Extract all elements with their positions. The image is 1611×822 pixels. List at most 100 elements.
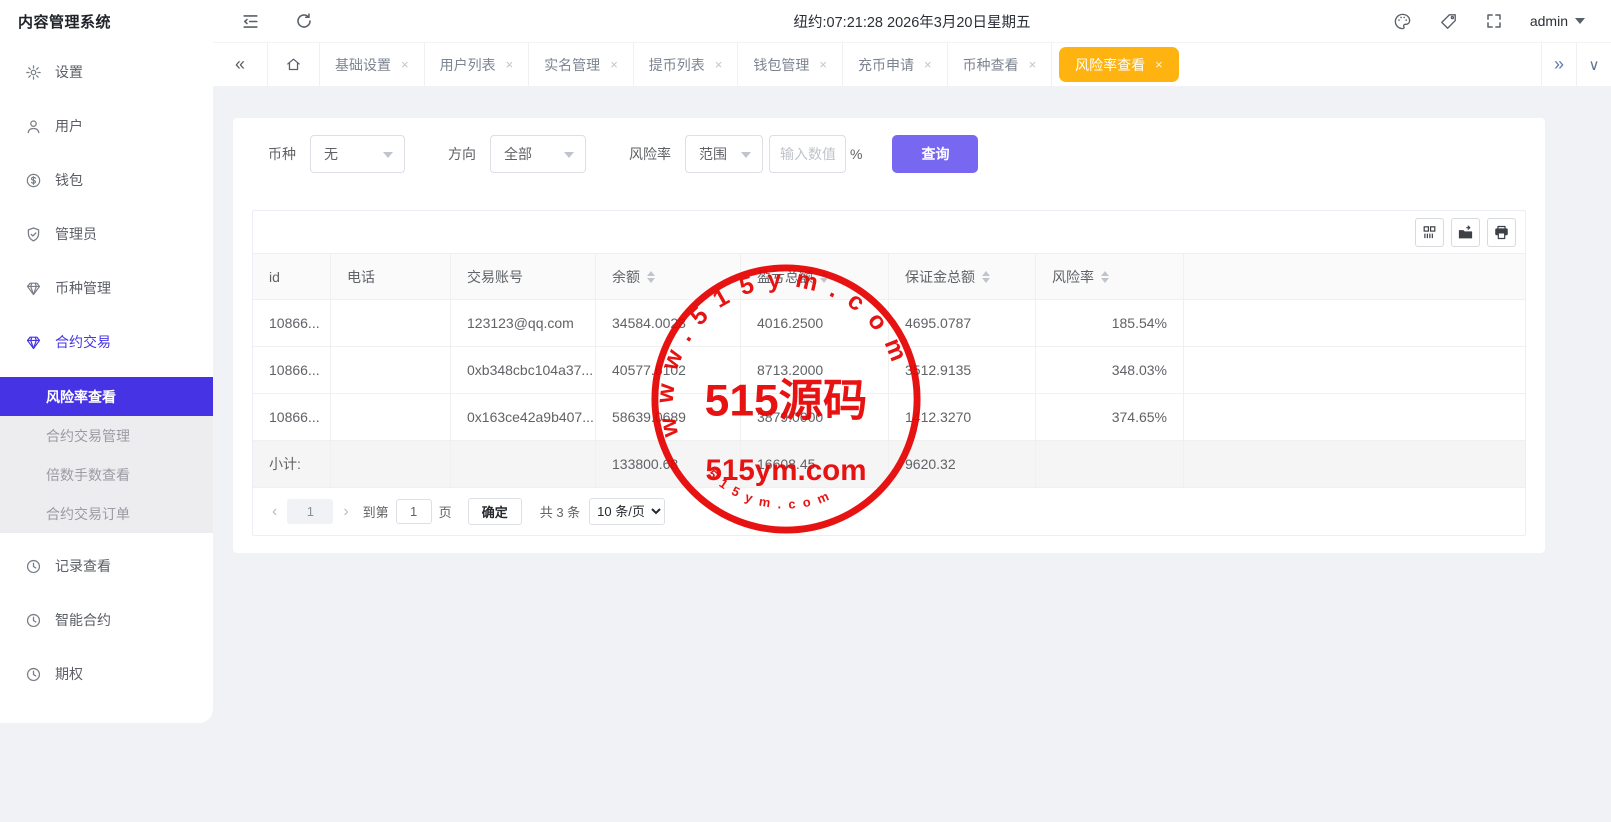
cell-account: 0xb348cbc104a37... — [451, 347, 596, 393]
percent-unit-label: % — [850, 146, 862, 162]
sort-icon[interactable] — [647, 271, 655, 283]
tabs-back-button[interactable]: « — [213, 43, 268, 86]
sidebar-item-label: 设置 — [55, 62, 83, 82]
cell-empty — [1184, 441, 1525, 487]
close-icon[interactable]: × — [506, 57, 514, 72]
prev-page-button[interactable]: ‹ — [265, 503, 284, 521]
sort-icon[interactable] — [982, 271, 990, 283]
sort-icon[interactable] — [820, 271, 828, 283]
page-size-select[interactable]: 10 条/页 — [589, 498, 665, 525]
close-icon[interactable]: × — [924, 57, 932, 72]
collapse-menu-icon — [241, 12, 260, 31]
sidebar-item-records-view[interactable]: 记录查看 — [0, 539, 213, 593]
tabs-bar: « 基础设置 × 用户列表 × 实名管理 × 提币列表 × — [213, 42, 1611, 86]
chevrons-left-icon: « — [235, 54, 245, 75]
tag-button[interactable] — [1439, 12, 1458, 31]
tab-wallet-management[interactable]: 钱包管理 × — [738, 43, 843, 86]
cell-account: 0x163ce42a9b407... — [451, 394, 596, 440]
app-title: 内容管理系统 — [0, 11, 213, 32]
chevron-down-icon: ∨ — [1589, 56, 1600, 74]
confirm-page-button[interactable]: 确定 — [468, 498, 522, 525]
submenu-item-label: 合约交易订单 — [46, 504, 130, 524]
th-account: 交易账号 — [451, 254, 596, 299]
sort-icon[interactable] — [1101, 271, 1109, 283]
sidebar-item-smart-contract[interactable]: 智能合约 — [0, 593, 213, 647]
tab-coin-view[interactable]: 币种查看 × — [948, 43, 1053, 86]
cell-phone — [331, 347, 451, 393]
sidebar: 设置 用户 钱包 管理员 — [0, 42, 213, 822]
goto-page-input[interactable] — [396, 499, 432, 524]
sidebar-item-options[interactable]: 期权 — [0, 647, 213, 701]
tab-user-list[interactable]: 用户列表 × — [425, 43, 530, 86]
close-icon[interactable]: × — [715, 57, 723, 72]
sidebar-item-admins[interactable]: 管理员 — [0, 207, 213, 261]
cell-balance: 34584.0023 — [596, 300, 741, 346]
direction-select-value: 全部 — [504, 144, 532, 164]
tab-deposit-request[interactable]: 充币申请 × — [843, 43, 948, 86]
palette-icon — [1393, 12, 1412, 31]
table-row[interactable]: 10866... 0x163ce42a9b407... 58639.0689 3… — [253, 393, 1525, 440]
close-icon[interactable]: × — [819, 57, 827, 72]
close-icon[interactable]: × — [1029, 57, 1037, 72]
sidebar-item-users[interactable]: 用户 — [0, 99, 213, 153]
goto-page-label: 到第 — [363, 502, 389, 521]
user-name: admin — [1530, 13, 1568, 29]
cell-risk: 374.65% — [1036, 394, 1184, 440]
cell-pnl: 16608.45 — [741, 441, 889, 487]
cell-risk — [1036, 441, 1184, 487]
sidebar-item-settings[interactable]: 设置 — [0, 45, 213, 99]
fullscreen-button[interactable] — [1485, 12, 1503, 30]
tabs-collapse-button[interactable]: ∨ — [1576, 43, 1611, 86]
risk-rate-table: id 电话 交易账号 余额 盈亏总额 保证金总额 风险率 — [252, 210, 1526, 536]
tag-icon — [1439, 12, 1458, 31]
tab-withdraw-list[interactable]: 提币列表 × — [634, 43, 739, 86]
currency-filter-label: 币种 — [268, 144, 296, 164]
risk-rate-filter-label: 风险率 — [629, 144, 671, 164]
sidebar-item-label: 钱包 — [55, 170, 83, 190]
next-page-button[interactable]: › — [336, 503, 355, 521]
th-balance: 余额 — [596, 254, 741, 299]
tabs-forward-button[interactable]: » — [1541, 43, 1576, 86]
tab-label: 用户列表 — [440, 55, 496, 75]
sidebar-subitem-contract-trade-orders[interactable]: 合约交易订单 — [0, 494, 213, 533]
th-pnl-total: 盈亏总额 — [741, 254, 889, 299]
column-settings-icon — [1421, 224, 1438, 241]
currency-select[interactable]: 无 — [310, 135, 405, 173]
tab-basic-settings[interactable]: 基础设置 × — [320, 43, 425, 86]
table-row[interactable]: 10866... 0xb348cbc104a37... 40577.6102 8… — [253, 346, 1525, 393]
sidebar-item-coin-management[interactable]: 币种管理 — [0, 261, 213, 315]
current-page-indicator[interactable]: 1 — [287, 499, 333, 524]
sidebar-item-contract-trading[interactable]: 合约交易 — [0, 315, 213, 369]
contract-trading-submenu: 风险率查看 合约交易管理 倍数手数查看 合约交易订单 — [0, 377, 213, 533]
refresh-button[interactable] — [287, 4, 321, 38]
export-button[interactable] — [1451, 218, 1480, 247]
direction-select[interactable]: 全部 — [490, 135, 586, 173]
collapse-sidebar-button[interactable] — [233, 4, 267, 38]
search-button[interactable]: 查询 — [892, 135, 978, 173]
close-icon[interactable]: × — [1155, 57, 1163, 72]
sidebar-subitem-multiplier-lots-view[interactable]: 倍数手数查看 — [0, 455, 213, 494]
th-margin-total: 保证金总额 — [889, 254, 1036, 299]
close-icon[interactable]: × — [401, 57, 409, 72]
column-settings-button[interactable] — [1415, 218, 1444, 247]
sidebar-subitem-contract-trade-management[interactable]: 合约交易管理 — [0, 416, 213, 455]
table-row[interactable]: 10866... 123123@qq.com 34584.0023 4016.2… — [253, 299, 1525, 346]
sidebar-item-wallet[interactable]: 钱包 — [0, 153, 213, 207]
gem-icon — [25, 334, 42, 351]
sidebar-subitem-risk-rate-view[interactable]: 风险率查看 — [0, 377, 213, 416]
tab-realname-management[interactable]: 实名管理 × — [529, 43, 634, 86]
cell-phone — [331, 394, 451, 440]
submenu-item-label: 风险率查看 — [46, 387, 116, 407]
risk-value-input[interactable] — [769, 135, 846, 173]
submenu-item-label: 合约交易管理 — [46, 426, 130, 446]
theme-button[interactable] — [1393, 12, 1412, 31]
print-button[interactable] — [1487, 218, 1516, 247]
risk-mode-select[interactable]: 范围 — [685, 135, 763, 173]
cell-subtotal-label: 小计: — [253, 441, 331, 487]
cell-empty — [1184, 300, 1525, 346]
user-menu[interactable]: admin — [1530, 13, 1585, 29]
sidebar-item-label: 用户 — [55, 116, 83, 136]
close-icon[interactable]: × — [610, 57, 618, 72]
tab-home-button[interactable] — [268, 43, 320, 86]
tab-risk-rate-view[interactable]: 风险率查看 × — [1059, 47, 1179, 82]
